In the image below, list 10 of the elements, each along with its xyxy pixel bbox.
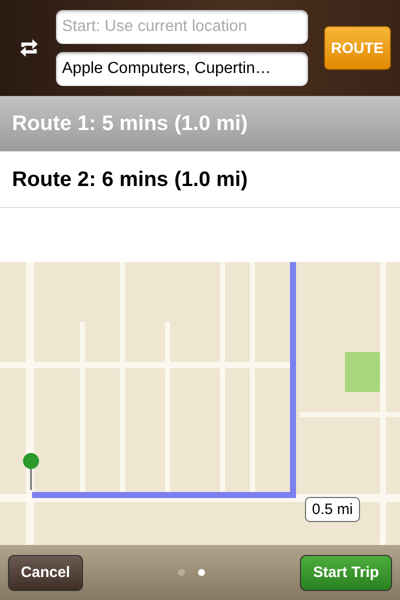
start-trip-button[interactable]: Start Trip: [300, 554, 392, 590]
distance-callout: 0.5 mi: [305, 497, 360, 522]
route-option[interactable]: Route 2: 6 mins (1.0 mi): [0, 152, 400, 208]
cancel-button[interactable]: Cancel: [8, 554, 83, 590]
page-dot[interactable]: [178, 569, 185, 576]
pin-icon: [23, 453, 39, 490]
page-dot[interactable]: [198, 569, 205, 576]
start-field[interactable]: Start: Use current location: [56, 10, 308, 44]
destination-field[interactable]: Apple Computers, Cupertin…: [56, 52, 308, 86]
swap-icon[interactable]: [18, 37, 40, 59]
